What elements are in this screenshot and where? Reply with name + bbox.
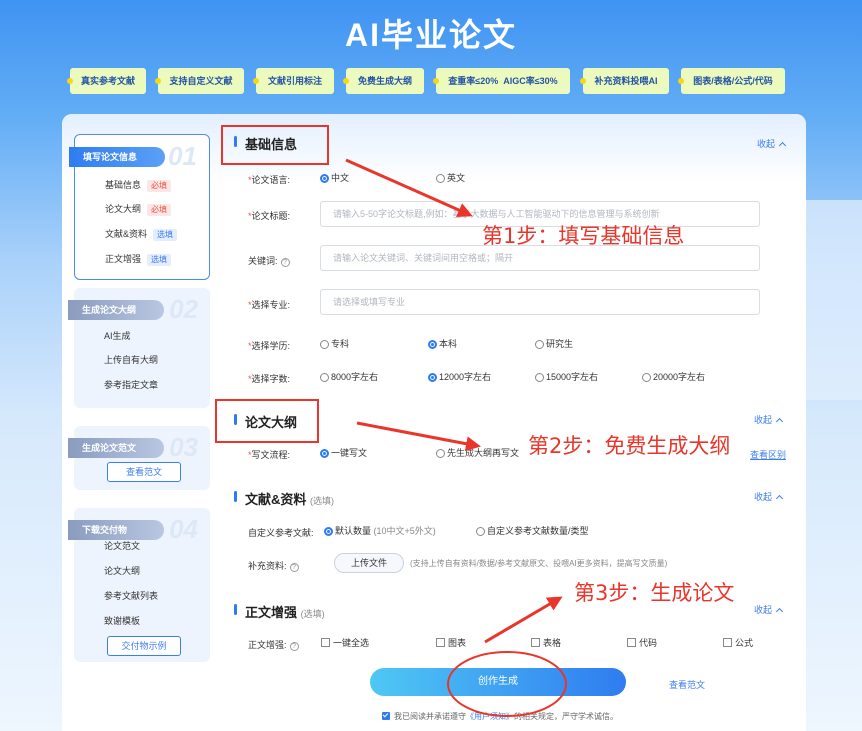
annotation-step-1: 第1步：填写基础信息 <box>482 224 685 248</box>
section-title-outline: 论文大纲 <box>234 412 297 431</box>
wordcount-label: *选择字数: <box>248 374 291 384</box>
nav-item-outline-file[interactable]: 论文大纲 <box>88 561 196 581</box>
upload-hint: (支持上传自有资料/数据/参考文献原文、投喂AI更多资料，提高写文质量) <box>410 559 668 568</box>
nav-item-basic-info[interactable]: 基础信息 必填 <box>89 175 197 195</box>
radio-bachelor[interactable]: 本科 <box>428 339 457 350</box>
custom-refs-label: 自定义参考文献: <box>248 528 314 538</box>
feature-bar: 真实参考文献 支持自定义文献 文献引用标注 免费生成大纲 查重率≤20% AIG… <box>0 68 862 94</box>
checkbox-checked-icon <box>382 712 390 720</box>
fold-toggle[interactable]: 收起 <box>754 603 784 616</box>
radio-default-count[interactable]: 默认数量 (10中文+5外文) <box>324 526 436 537</box>
step-label: 生成论文范文 <box>68 438 164 458</box>
nav-item-ai-generate[interactable]: AI生成 <box>88 326 196 346</box>
keywords-label: 关键词:? <box>248 254 290 267</box>
nav-item-outline[interactable]: 论文大纲 必填 <box>89 199 197 219</box>
supplement-label: 补充资料:? <box>248 559 299 572</box>
step-generate-sample[interactable]: 03 生成论文范文 查看范文 <box>68 426 210 490</box>
radio-8000[interactable]: 8000字左右 <box>320 372 378 383</box>
check-code[interactable]: 代码 <box>627 638 657 648</box>
major-select[interactable]: 请选择或填写专业 <box>320 289 760 315</box>
check-charts[interactable]: 图表 <box>436 638 466 648</box>
fold-toggle[interactable]: 收起 <box>757 137 787 150</box>
required-tag: 必填 <box>147 204 172 216</box>
optional-tag: 选填 <box>147 254 172 266</box>
radio-one-click[interactable]: 一键写文 <box>320 448 367 459</box>
radio-15000[interactable]: 15000字左右 <box>535 372 598 383</box>
step-label: 填写论文信息 <box>69 147 165 167</box>
fold-toggle[interactable]: 收起 <box>754 490 784 503</box>
section-title-enhance: 正文增强 (选填) <box>234 602 325 621</box>
nav-item-reference-list[interactable]: 参考文献列表 <box>88 586 196 606</box>
help-icon: ? <box>289 563 299 572</box>
feature-badge: 免费生成大纲 <box>343 68 424 94</box>
radio-graduate[interactable]: 研究生 <box>535 339 573 350</box>
radio-english[interactable]: 英文 <box>436 173 465 184</box>
radio-outline-first[interactable]: 先生成大纲再写文 <box>436 448 519 459</box>
help-icon: ? <box>289 642 299 651</box>
nav-item-sample[interactable]: 论文范文 <box>88 536 196 556</box>
section-title-basic: 基础信息 <box>234 134 297 153</box>
step-label: 生成论文大纲 <box>68 300 164 320</box>
nav-item-references[interactable]: 文献&资料 选填 <box>89 224 197 244</box>
chevron-up-icon <box>775 417 784 426</box>
check-tables[interactable]: 表格 <box>531 638 561 648</box>
upload-file-button[interactable]: 上传文件 <box>334 553 404 573</box>
main-card: 01 填写论文信息 基础信息 必填 论文大纲 必填 文献&资料 选填 正文增强 选填 0… <box>62 114 806 731</box>
page-title: AI毕业论文 <box>344 17 517 53</box>
view-sample-button[interactable]: 查看范文 <box>107 462 181 482</box>
title-label: *论文标题: <box>248 211 291 221</box>
feature-badge: 文献引用标注 <box>253 68 334 94</box>
check-select-all[interactable]: 一键全选 <box>321 638 369 648</box>
chevron-up-icon <box>775 494 784 503</box>
radio-12000[interactable]: 12000字左右 <box>428 372 491 383</box>
flow-label: *写文流程: <box>248 450 291 460</box>
optional-tag: 选填 <box>153 229 178 241</box>
check-formula[interactable]: 公式 <box>723 638 753 648</box>
user-notice-link: 《用户须知》 <box>466 712 514 721</box>
agreement-text[interactable]: 我已阅读并承诺遵守《用户须知》的相关规定，严守学术诚信。 <box>382 711 618 722</box>
step-fill-info[interactable]: 01 填写论文信息 基础信息 必填 论文大纲 必填 文献&资料 选填 正文增强 选填 <box>69 134 210 280</box>
feature-badge: 补充资料投喂AI <box>580 68 669 94</box>
radio-20000[interactable]: 20000字左右 <box>642 372 705 383</box>
nav-item-thanks-template[interactable]: 致谢模板 <box>88 611 196 631</box>
feature-badge: 真实参考文献 <box>67 68 146 94</box>
radio-custom-count[interactable]: 自定义参考文献数量/类型 <box>476 526 589 537</box>
radio-chinese[interactable]: 中文 <box>320 173 349 184</box>
section-title-references: 文献&资料 (选填) <box>234 489 334 508</box>
degree-label: *选择学历: <box>248 341 291 351</box>
view-difference-link[interactable]: 查看区别 <box>750 448 786 461</box>
feature-badge: 图表/表格/公式/代码 <box>678 68 785 94</box>
step-generate-outline[interactable]: 02 生成论文大纲 AI生成 上传自有大纲 参考指定文章 <box>68 288 210 408</box>
annotation-step-3: 第3步：生成论文 <box>574 581 735 605</box>
enhance-label: 正文增强:? <box>248 638 299 651</box>
feature-badge: 查重率≤20% AIGC率≤30% <box>433 68 570 94</box>
chevron-up-icon <box>778 141 787 150</box>
language-label: *论文语言: <box>248 175 291 185</box>
nav-item-upload-outline[interactable]: 上传自有大纲 <box>88 350 196 370</box>
create-generate-button[interactable]: 创作生成 <box>370 668 626 696</box>
fold-toggle[interactable]: 收起 <box>754 413 784 426</box>
radio-junior-college[interactable]: 专科 <box>320 339 349 350</box>
annotation-step-2: 第2步：免费生成大纲 <box>528 434 731 458</box>
help-icon: ? <box>280 258 290 267</box>
chevron-up-icon <box>775 607 784 616</box>
deliverable-sample-button[interactable]: 交付物示例 <box>107 636 181 656</box>
required-tag: 必填 <box>147 180 172 192</box>
view-sample-link[interactable]: 查看范文 <box>669 678 705 691</box>
nav-item-enhance[interactable]: 正文增强 选填 <box>89 249 197 269</box>
major-label: *选择专业: <box>248 300 291 310</box>
step-download[interactable]: 04 下载交付物 论文范文 论文大纲 参考文献列表 致谢模板 交付物示例 <box>68 508 210 662</box>
nav-item-reference-article[interactable]: 参考指定文章 <box>88 375 196 395</box>
feature-badge: 支持自定义文献 <box>155 68 244 94</box>
